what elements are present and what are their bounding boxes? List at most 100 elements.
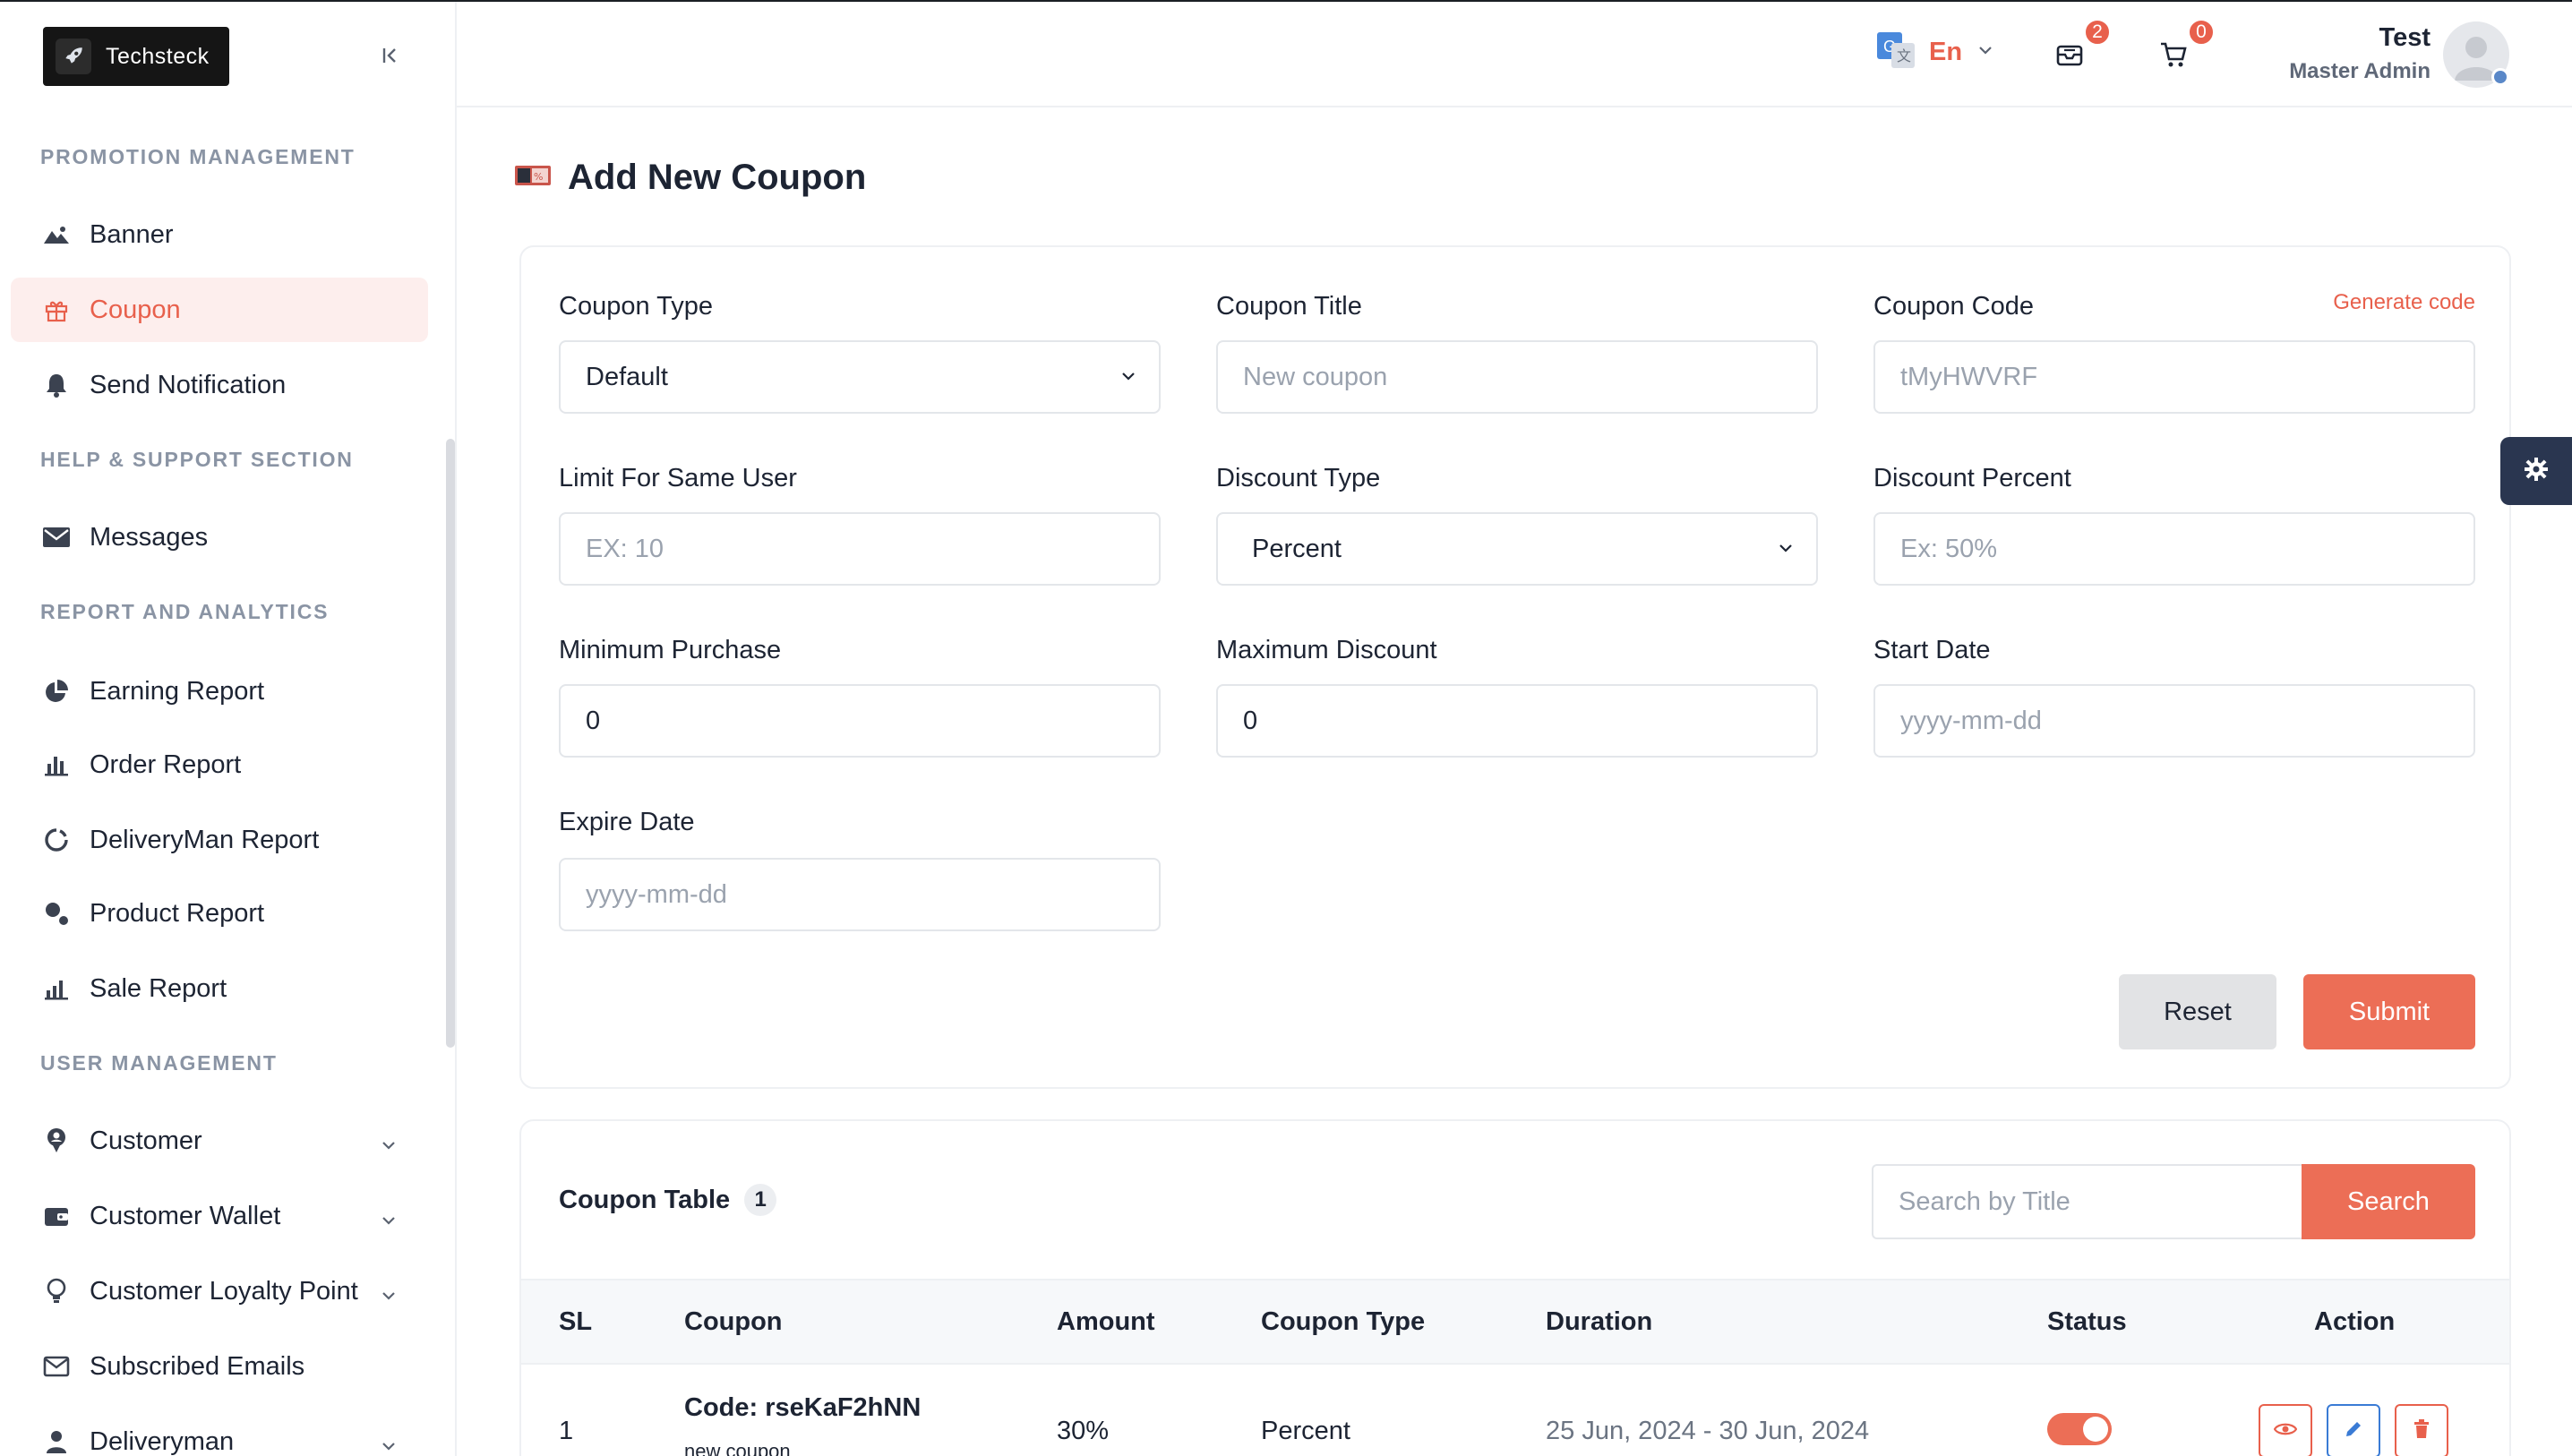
discount-percent-input[interactable] <box>1873 512 2475 586</box>
sidebar-item-deliveryman[interactable]: Deliveryman <box>11 1409 428 1456</box>
sidebar-item-earning-report[interactable]: Earning Report <box>11 659 428 724</box>
chevron-down-icon <box>380 1132 398 1150</box>
limit-same-user-input[interactable] <box>559 512 1161 586</box>
maximum-discount-label: Maximum Discount <box>1216 636 1437 664</box>
coupon-code-input[interactable] <box>1873 340 2475 414</box>
sidebar-item-label: Send Notification <box>90 370 287 399</box>
circle-progress-icon <box>41 825 72 855</box>
sidebar-item-label: DeliveryMan Report <box>90 825 320 854</box>
brand-name: Techsteck <box>106 43 210 69</box>
coupon-type-label: Coupon Type <box>559 292 713 321</box>
sidebar-item-customer[interactable]: Customer <box>11 1109 428 1173</box>
row-coupon-title: new coupon <box>684 1440 791 1456</box>
sidebar-item-label: Customer Loyalty Point <box>90 1276 358 1306</box>
column-header-sl: SL <box>559 1307 593 1336</box>
chevron-down-icon <box>380 1433 398 1451</box>
table-title: Coupon Table 1 <box>559 1184 777 1216</box>
delete-button[interactable] <box>2395 1404 2448 1456</box>
bar-chart-icon <box>41 749 72 780</box>
page-title: Add New Coupon <box>568 158 867 197</box>
cart-count-badge: 0 <box>2187 18 2216 47</box>
pencil-icon <box>2344 1419 2363 1443</box>
top-header: G文 En 2 0 Test Master Admin <box>457 2 2572 107</box>
trash-icon <box>2413 1418 2431 1444</box>
search-input[interactable] <box>1872 1164 2302 1239</box>
sidebar-item-order-report[interactable]: Order Report <box>11 732 428 797</box>
sidebar-item-label: Order Report <box>90 749 242 779</box>
table-count-badge: 1 <box>744 1184 777 1216</box>
wallet-icon <box>41 1201 72 1231</box>
chevron-down-icon <box>1777 535 1795 564</box>
page-header: % Add New Coupon <box>514 158 866 198</box>
user-role: Master Admin <box>2289 59 2431 83</box>
column-header-coupon: Coupon <box>684 1307 783 1336</box>
section-report-analytics: REPORT AND ANALYTICS <box>40 600 330 623</box>
row-amount: 30% <box>1057 1417 1110 1445</box>
cart-icon[interactable] <box>2153 34 2194 75</box>
rocket-icon <box>56 39 91 74</box>
sidebar-item-send-notification[interactable]: Send Notification <box>11 353 428 417</box>
coupon-title-input[interactable] <box>1216 340 1818 414</box>
table-header: SL Coupon Amount Coupon Type Duration St… <box>521 1279 2509 1365</box>
sidebar-item-deliveryman-report[interactable]: DeliveryMan Report <box>11 808 428 872</box>
language-label: En <box>1929 38 1963 66</box>
sidebar-item-label: Customer Wallet <box>90 1201 281 1230</box>
minimum-purchase-input[interactable] <box>559 684 1161 758</box>
messages-icon[interactable] <box>2049 34 2090 75</box>
sidebar-item-label: Coupon <box>90 295 181 324</box>
messages-count-badge: 2 <box>2083 18 2112 47</box>
signal-bars-icon <box>41 973 72 1004</box>
coupon-type-value: Default <box>586 362 668 391</box>
translate-icon: G文 <box>1875 30 1916 74</box>
sidebar-item-label: Subscribed Emails <box>90 1351 305 1381</box>
limit-same-user-label: Limit For Same User <box>559 464 797 492</box>
add-coupon-form: Coupon Type Default Coupon Title Coupon … <box>519 245 2511 1089</box>
sidebar-item-label: Earning Report <box>90 676 265 706</box>
status-toggle[interactable] <box>2047 1413 2112 1445</box>
sidebar-item-customer-loyalty-point[interactable]: Customer Loyalty Point <box>11 1259 428 1323</box>
edit-button[interactable] <box>2327 1404 2380 1456</box>
settings-gear-tab[interactable] <box>2500 437 2572 505</box>
gear-icon <box>2524 457 2549 486</box>
sidebar-item-coupon[interactable]: Coupon <box>11 278 428 342</box>
section-promotion-management: PROMOTION MANAGEMENT <box>40 145 356 168</box>
user-name[interactable]: Test <box>2379 23 2431 53</box>
start-date-input[interactable] <box>1873 684 2475 758</box>
start-date-label: Start Date <box>1873 636 1991 664</box>
expire-date-input[interactable] <box>559 858 1161 931</box>
chevron-down-icon <box>380 1207 398 1225</box>
collapse-sidebar-icon[interactable] <box>376 41 405 70</box>
generate-code-link[interactable]: Generate code <box>2056 290 2475 315</box>
mountain-image-icon <box>41 219 72 250</box>
sidebar-item-messages[interactable]: Messages <box>11 505 428 570</box>
chevron-down-icon <box>1119 363 1137 392</box>
chevron-down-icon <box>1976 41 1994 64</box>
scatter-dots-icon <box>41 898 72 929</box>
sidebar-item-subscribed-emails[interactable]: Subscribed Emails <box>11 1334 428 1399</box>
sidebar-item-customer-wallet[interactable]: Customer Wallet <box>11 1184 428 1248</box>
sidebar: Techsteck PROMOTION MANAGEMENT Banner Co… <box>0 2 457 1456</box>
discount-type-value: Percent <box>1252 534 1342 563</box>
lightbulb-icon <box>41 1276 72 1306</box>
discount-type-select[interactable]: Percent <box>1216 512 1818 586</box>
language-selector[interactable]: G文 En <box>1875 30 1994 74</box>
bell-icon <box>41 370 72 400</box>
search-button[interactable]: Search <box>2302 1164 2475 1239</box>
sidebar-item-product-report[interactable]: Product Report <box>11 881 428 946</box>
submit-button[interactable]: Submit <box>2303 974 2475 1049</box>
coupon-table-card: Coupon Table 1 Search SL Coupon Amount C… <box>519 1119 2511 1456</box>
view-button[interactable] <box>2259 1404 2312 1456</box>
expire-date-label: Expire Date <box>559 808 695 836</box>
maximum-discount-input[interactable] <box>1216 684 1818 758</box>
svg-text:%: % <box>534 171 543 183</box>
sidebar-item-sale-report[interactable]: Sale Report <box>11 956 428 1021</box>
sidebar-item-banner[interactable]: Banner <box>11 202 428 267</box>
brand-logo[interactable]: Techsteck <box>43 27 229 86</box>
gift-icon <box>41 295 72 325</box>
section-user-management: USER MANAGEMENT <box>40 1051 278 1075</box>
sidebar-scrollbar[interactable] <box>446 439 455 1048</box>
column-header-status: Status <box>2047 1307 2127 1336</box>
online-status-dot <box>2491 68 2509 86</box>
coupon-type-select[interactable]: Default <box>559 340 1161 414</box>
reset-button[interactable]: Reset <box>2119 974 2276 1049</box>
